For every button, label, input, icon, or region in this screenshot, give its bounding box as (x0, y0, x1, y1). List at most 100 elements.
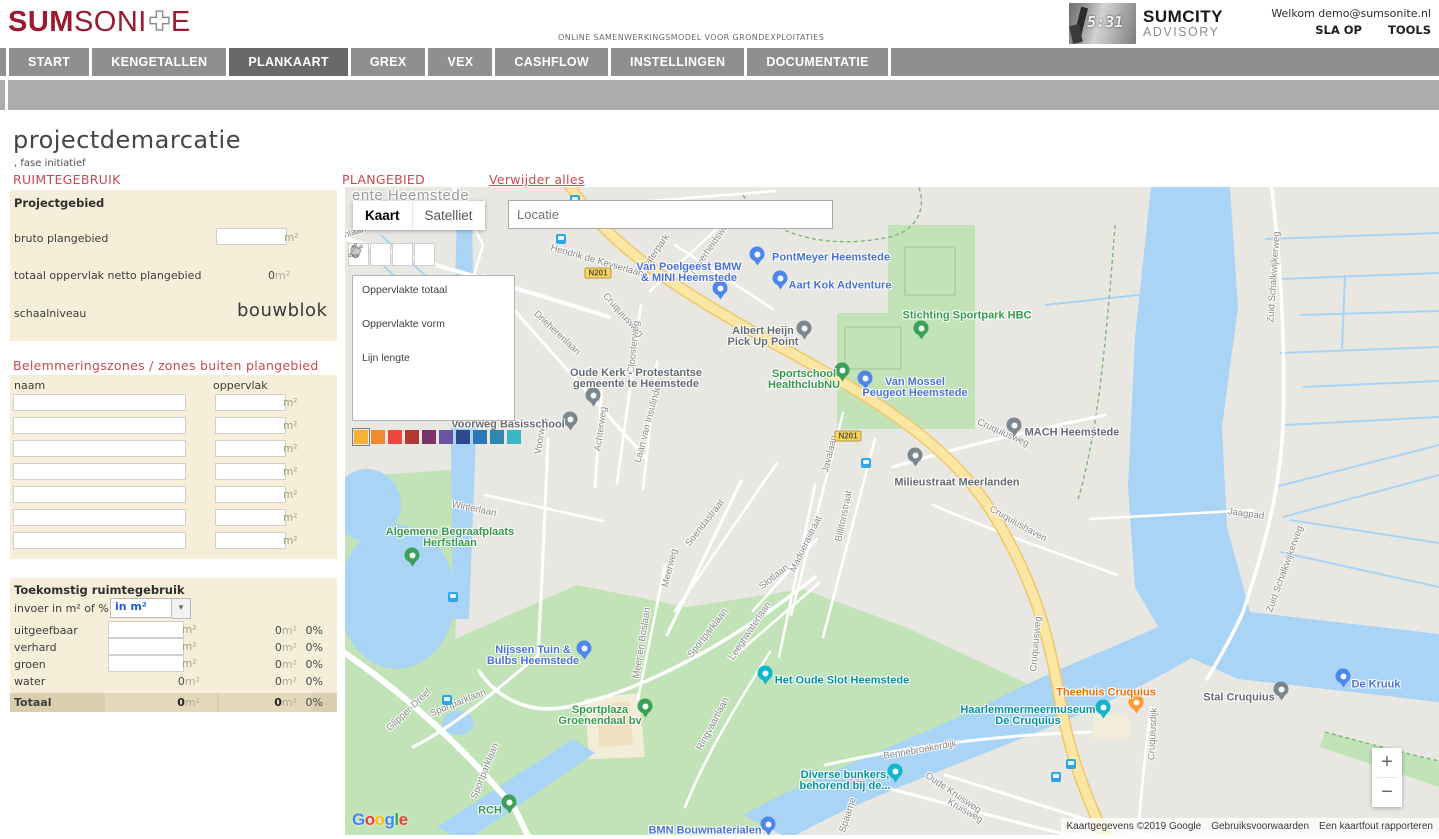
nav-tab-start[interactable]: START (9, 48, 89, 76)
poi-pin-icon[interactable] (1336, 669, 1351, 684)
color-swatch[interactable] (490, 430, 504, 444)
belemmeringszone-naam-input[interactable] (13, 463, 186, 480)
poi-pin-icon[interactable] (797, 321, 812, 336)
map-poi-label[interactable]: Albert HeijnPick Up Point (728, 326, 799, 348)
invoer-label: invoer in m² of % (14, 602, 109, 615)
naam-column-header: naam (14, 379, 45, 392)
poi-pin-icon[interactable] (773, 271, 788, 286)
map-poi-label[interactable]: Nijssen Tuin &Bulbs Heemstede (487, 645, 579, 667)
map-poi-label[interactable]: Algemene BegraafplaatsHerfstlaan (386, 527, 514, 549)
color-swatch[interactable] (507, 430, 521, 444)
map-poi-label[interactable]: SportschoolHealthclubNU (768, 369, 840, 391)
app-tagline: ONLINE SAMENWERKINGSMODEL VOOR GRONDEXPL… (558, 33, 824, 42)
belemmeringszone-naam-input[interactable] (13, 394, 186, 411)
poi-pin-icon[interactable] (502, 795, 517, 810)
belemmeringszone-naam-input[interactable] (13, 417, 186, 434)
color-swatch[interactable] (456, 430, 470, 444)
color-swatch[interactable] (371, 430, 385, 444)
map-type-kaart-button[interactable]: Kaart (353, 201, 412, 230)
color-swatch[interactable] (439, 430, 453, 444)
map-poi-label[interactable]: Van MosselPeugeot Heemstede (862, 377, 967, 399)
chevron-down-icon[interactable]: ▾ (172, 598, 191, 619)
poi-pin-icon[interactable] (908, 448, 923, 463)
map-poi-label[interactable]: Stichting Sportpark HBC (903, 311, 1032, 322)
map-poi-label[interactable]: MACH Heemstede (1025, 428, 1120, 439)
polyline-tool-button[interactable] (370, 243, 391, 266)
zoom-in-button[interactable]: + (1372, 748, 1402, 777)
belemmeringszone-oppervlak-input[interactable] (215, 486, 286, 503)
map-attribution: Kaartgegevens ©2019 GoogleGebruiksvoorwa… (1061, 818, 1439, 835)
belemmeringszone-unit: m² (283, 535, 297, 547)
map-poi-label[interactable]: RCH (478, 806, 502, 817)
map-poi-label[interactable]: Het Oude Slot Heemstede (775, 676, 909, 687)
invoer-unit-select[interactable]: in m² ▾ (110, 598, 191, 619)
color-swatch[interactable] (354, 430, 368, 444)
belemmeringszone-naam-input[interactable] (13, 509, 186, 526)
toekomstig-groen-input[interactable] (108, 655, 184, 672)
map-poi-label[interactable]: PontMeyer Heemstede (772, 253, 890, 264)
map-poi-label[interactable]: Theehuis Cruquius (1056, 688, 1156, 699)
color-swatch[interactable] (388, 430, 402, 444)
location-search-input[interactable] (508, 200, 833, 229)
nav-tab-plankaart[interactable]: PLANKAART (229, 48, 347, 76)
poi-pin-icon[interactable] (1096, 700, 1111, 715)
app-root: SUMSONIE ONLINE SAMENWERKINGSMODEL VOOR … (0, 0, 1439, 839)
nav-tab-kengetallen[interactable]: KENGETALLEN (92, 48, 226, 76)
map-poi-label[interactable]: Aart Kok Adventure (789, 281, 892, 292)
belemmeringszone-oppervlak-input[interactable] (215, 509, 286, 526)
map-poi-label[interactable]: Van Poelgeest BMW& MINI Heemstede (636, 262, 741, 284)
nav-tab-grex[interactable]: GREX (351, 48, 426, 76)
belemmeringszone-naam-input[interactable] (13, 440, 186, 457)
ruimtegebruik-heading: RUIMTEGEBRUIK (13, 172, 121, 187)
polygon-tool-button[interactable] (414, 243, 435, 266)
belemmeringszone-oppervlak-input[interactable] (215, 532, 286, 549)
belemmeringszone-oppervlak-input[interactable] (215, 394, 286, 411)
toekomstig-row-label: groen (14, 658, 46, 671)
nav-tab-instellingen[interactable]: INSTELLINGEN (611, 48, 744, 76)
belemmeringszone-oppervlak-input[interactable] (215, 463, 286, 480)
poi-pin-icon[interactable] (750, 247, 765, 262)
terms-link[interactable]: Gebruiksvoorwaarden (1211, 821, 1309, 832)
map-poi-label[interactable]: Stal Cruquius (1203, 693, 1275, 704)
partner-name: SUMCITY (1143, 8, 1223, 25)
save-link[interactable]: SLA OP (1315, 23, 1362, 37)
map-poi-label[interactable]: Voorweg Basisschool (451, 420, 565, 431)
belemmeringszone-oppervlak-input[interactable] (215, 440, 286, 457)
belemmeringszone-naam-input[interactable] (13, 532, 186, 549)
toekomstig-uitgeefbaar-input[interactable] (108, 621, 184, 638)
color-swatch[interactable] (405, 430, 419, 444)
plangebied-heading: PLANGEBIED (342, 172, 425, 187)
logo-cross-icon (149, 6, 170, 39)
map-poi-label[interactable]: HaarlemmermeermuseumDe Cruquius (960, 705, 1095, 727)
tools-link[interactable]: TOOLS (1388, 23, 1431, 37)
nav-tab-cashflow[interactable]: CASHFLOW (495, 48, 608, 76)
poi-pin-icon[interactable] (1007, 418, 1022, 433)
bruto-plangebied-input[interactable] (216, 228, 287, 245)
zoom-out-button[interactable]: − (1372, 778, 1402, 807)
circle-tool-button[interactable] (392, 243, 413, 266)
nav-tab-vex[interactable]: VEX (428, 48, 492, 76)
poi-pin-icon[interactable] (758, 666, 773, 681)
map-poi-label[interactable]: SportplazaGroenendaal bv (558, 705, 641, 727)
map-poi-label[interactable]: Oude Kerk - Protestantsegemeente te Heem… (570, 368, 702, 390)
color-swatch[interactable] (473, 430, 487, 444)
color-swatch[interactable] (422, 430, 436, 444)
poi-pin-icon[interactable] (761, 817, 776, 832)
map-canvas[interactable]: ente Heemstede nlaanHendrik de Keyserlaa… (345, 187, 1439, 835)
toekomstig-verhard-input[interactable] (108, 638, 184, 655)
poi-pin-icon[interactable] (1274, 682, 1289, 697)
map-type-satelliet-button[interactable]: Satelliet (413, 201, 485, 230)
belemmeringszone-naam-input[interactable] (13, 486, 186, 503)
totaal-label: Totaal (14, 696, 51, 709)
map-poi-label[interactable]: Diverse bunkers,behorend bij de... (799, 770, 890, 792)
logo-part-bold: SUM (8, 6, 74, 39)
report-error-link[interactable]: Een kaartfout rapporteren (1319, 821, 1433, 832)
nav-tab-documentatie[interactable]: DOCUMENTATIE (747, 48, 887, 76)
poi-pin-icon[interactable] (914, 321, 929, 336)
map-poi-label[interactable]: De Kruuk (1352, 680, 1401, 691)
map-poi-label[interactable]: Milieustraat Meerlanden (894, 478, 1019, 489)
belemmeringszone-oppervlak-input[interactable] (215, 417, 286, 434)
poi-pin-icon[interactable] (405, 548, 420, 563)
map-poi-label[interactable]: BMN Bouwmaterialen (648, 826, 761, 836)
verwijder-alles-link[interactable]: Verwijder alles (489, 172, 585, 187)
